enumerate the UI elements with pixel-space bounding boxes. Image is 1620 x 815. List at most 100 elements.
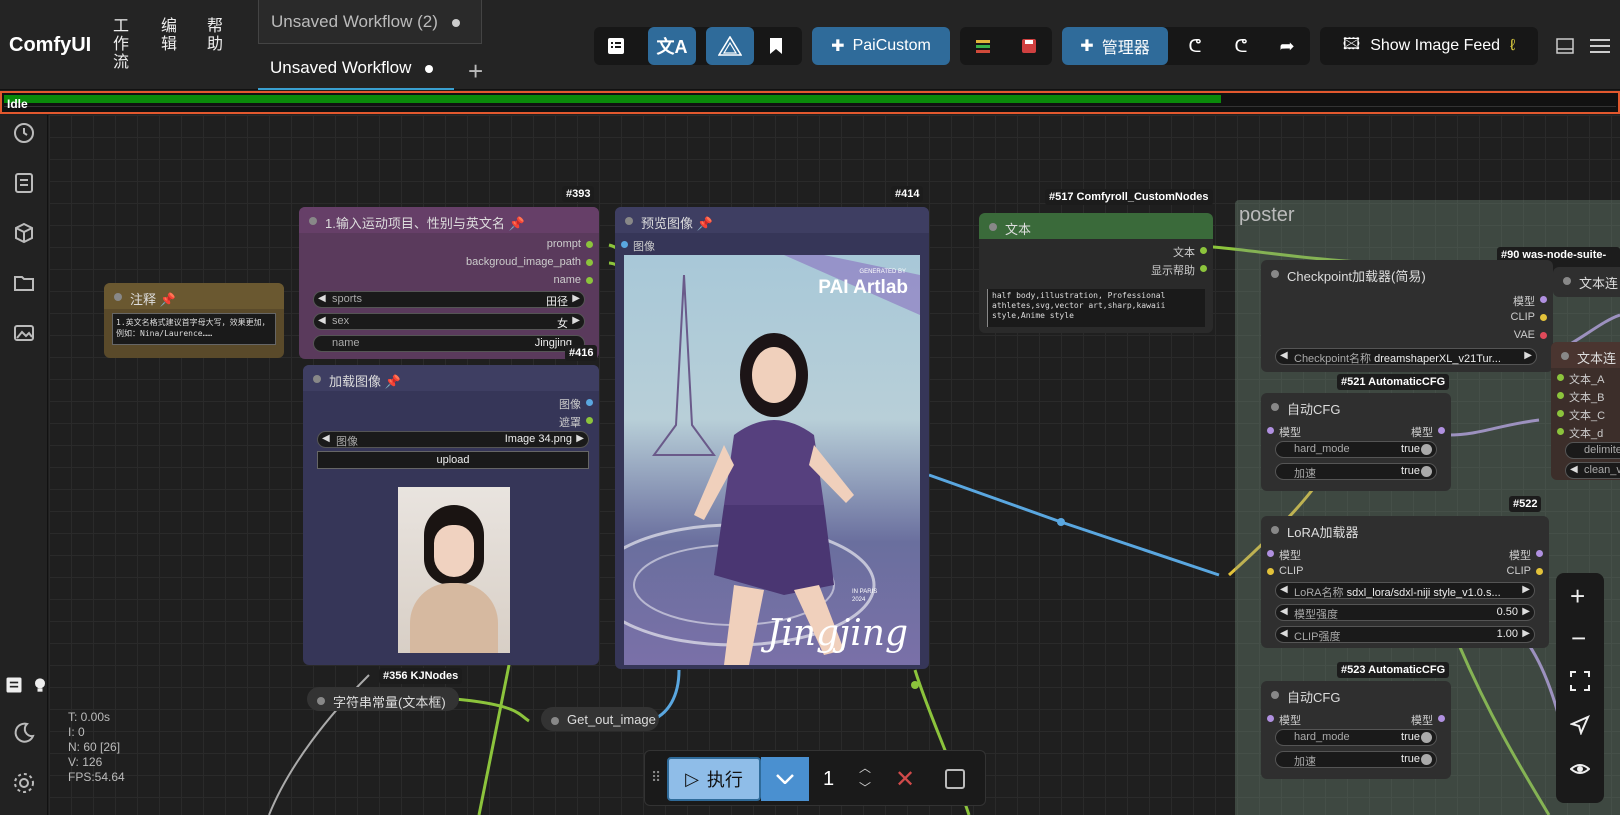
save-button[interactable] — [1006, 27, 1052, 65]
auto-cfg-node-523[interactable]: 自动CFG 模型 模型 hard_mode true 加速 true — [1261, 681, 1451, 779]
run-mode-dropdown[interactable] — [761, 757, 809, 801]
cube-icon[interactable] — [12, 221, 36, 245]
output-dot[interactable] — [586, 399, 593, 406]
output-dot[interactable] — [1540, 296, 1547, 303]
sex-combo[interactable]: ◀ sex 女 ▶ — [313, 313, 585, 330]
checkpoint-loader-node[interactable]: Checkpoint加载器(简易) 模型 CLIP VAE ◀ Checkpoin… — [1261, 260, 1553, 372]
zoom-in-icon[interactable]: + — [1570, 581, 1585, 612]
cancel-icon[interactable]: ✕ — [895, 765, 915, 794]
output-dot[interactable] — [1536, 550, 1543, 557]
lora-name-combo[interactable]: ◀ LoRA名称 sdxl_lora/sdxl-niji style_v1.0.s… — [1275, 582, 1535, 599]
delimiter-field[interactable]: delimite — [1565, 442, 1620, 459]
bulb-icon[interactable] — [30, 675, 50, 695]
preview-image-node[interactable]: 预览图像 📌 图像 GENERATED BY PAI Artlab IN PAR… — [615, 207, 929, 669]
prompt-textarea[interactable]: half body,illustration, Professional ath… — [987, 289, 1205, 327]
image-combo[interactable]: ◀ 图像 Image 34.png ▶ — [317, 431, 589, 448]
menu-workflow[interactable]: 工作流 — [112, 18, 130, 72]
input-dot[interactable] — [1557, 428, 1564, 435]
add-tab-button[interactable]: + — [468, 56, 483, 87]
panel-toggle-button[interactable] — [1552, 27, 1578, 65]
string-constant-node[interactable]: 字符串常量(文本框) — [307, 687, 459, 711]
text-concat-node[interactable]: 文本连 文本_A 文本_B 文本_C 文本_d delimite ◀ clean_… — [1551, 342, 1620, 480]
output-dot[interactable] — [1200, 247, 1207, 254]
checkpoint-combo[interactable]: ◀ Checkpoint名称 dreamshaperXL_v21Tur... ▶ — [1275, 348, 1537, 365]
workspace-button[interactable] — [706, 27, 754, 65]
input-dot[interactable] — [1557, 392, 1564, 399]
output-dot[interactable] — [1200, 265, 1207, 272]
clean-combo[interactable]: ◀ clean_v — [1565, 462, 1620, 479]
input-dot[interactable] — [1557, 374, 1564, 381]
output-dot[interactable] — [1438, 715, 1445, 722]
hard-mode-toggle[interactable]: hard_mode true — [1275, 441, 1437, 458]
node-canvas[interactable]: poster 注释 📌 1.英文名格式建议首字母大写，效果更加，例如：Nina/… — [49, 115, 1620, 815]
increment-icon[interactable]: ︿ — [859, 759, 871, 776]
get-out-image-node[interactable]: Get_out_image — [541, 707, 659, 731]
output-dot[interactable] — [586, 241, 593, 248]
accelerate-toggle[interactable]: 加速 true — [1275, 463, 1437, 480]
share-button[interactable]: ➦ — [1264, 27, 1310, 65]
input-dot[interactable] — [1267, 427, 1274, 434]
load-image-node[interactable]: 加载图像 📌 图像 遮罩 ◀ 图像 Image 34.png ▶ upload — [303, 365, 599, 665]
eye-icon[interactable] — [1570, 759, 1590, 779]
text-concat-node-partial[interactable]: 文本连 — [1553, 267, 1620, 297]
bookmark-button[interactable] — [754, 27, 798, 65]
output-dot[interactable] — [1540, 314, 1547, 321]
node-title-text: 自动CFG — [1287, 402, 1341, 417]
input-dot[interactable] — [1267, 568, 1274, 575]
name-field[interactable]: name Jingjing — [313, 335, 585, 352]
drag-handle-icon[interactable]: ⠿ — [651, 769, 661, 786]
output-dot[interactable] — [586, 259, 593, 266]
gallery-icon[interactable] — [12, 321, 36, 345]
output-dot[interactable] — [1536, 568, 1543, 575]
accelerate-toggle[interactable]: 加速 true — [1275, 751, 1437, 768]
manager-button[interactable]: ✚ 管理器 — [1062, 27, 1168, 65]
menu-edit[interactable]: 编辑 — [160, 18, 178, 54]
sport-input-node[interactable]: 1.输入运动项目、性别与英文名 📌 prompt backgroud_image… — [299, 207, 599, 359]
stop-icon[interactable] — [945, 769, 965, 789]
lora-loader-node[interactable]: LoRA加载器 模型 CLIP 模型 CLIP ◀ LoRA名称 sdxl_lor… — [1261, 516, 1549, 648]
output-dot[interactable] — [586, 277, 593, 284]
note-node[interactable]: 注释 📌 1.英文名格式建议首字母大写，效果更加，例如：Nina/Laurenc… — [104, 283, 284, 358]
input-dot[interactable] — [621, 241, 628, 248]
input-dot[interactable] — [1267, 715, 1274, 722]
model-strength-field[interactable]: ◀ 模型强度 0.50 ▶ — [1275, 604, 1535, 621]
widget-value: Image 34.png — [504, 433, 572, 445]
node-title-text: 加载图像 — [329, 374, 382, 389]
auto-cfg-node-521[interactable]: 自动CFG 模型 模型 hard_mode true 加速 true — [1261, 393, 1451, 491]
stack-button[interactable] — [960, 27, 1006, 65]
folder-icon[interactable] — [12, 271, 36, 295]
input-dot[interactable] — [1557, 410, 1564, 417]
queue-list-button[interactable] — [594, 27, 638, 65]
clip-strength-field[interactable]: ◀ CLIP强度 1.00 ▶ — [1275, 626, 1535, 643]
upload-button[interactable]: upload — [317, 451, 589, 469]
hard-mode-toggle[interactable]: hard_mode true — [1275, 729, 1437, 746]
settings-gear-icon[interactable] — [12, 771, 36, 795]
zoom-out-icon[interactable]: − — [1571, 623, 1586, 654]
history-icon[interactable] — [12, 121, 36, 145]
run-button[interactable]: ▷ 执行 — [667, 757, 761, 801]
output-dot[interactable] — [586, 417, 593, 424]
menu-help[interactable]: 帮助 — [206, 18, 224, 54]
hamburger-menu-button[interactable] — [1586, 27, 1614, 65]
share-model-button-2[interactable]: ᕦ — [1218, 27, 1264, 65]
moon-icon[interactable] — [12, 721, 36, 745]
batch-count-stepper[interactable]: 1 ︿ ﹀ — [815, 757, 885, 801]
note-text[interactable]: 1.英文名格式建议首字母大写，效果更加，例如：Nina/Laurence…… — [112, 313, 276, 345]
paicustom-button[interactable]: ✚ PaiCustom — [812, 27, 950, 65]
navigate-arrow-icon[interactable] — [1570, 715, 1590, 735]
input-photo — [398, 487, 510, 653]
tab-unsaved-workflow-2[interactable]: Unsaved Workflow (2) — [258, 0, 482, 44]
queue-icon[interactable] — [12, 171, 36, 195]
text-node[interactable]: 文本 文本 显示帮助 half body,illustration, Profe… — [979, 213, 1213, 333]
show-image-feed-button[interactable]: 🖾 Show Image Feed ℓ — [1320, 27, 1538, 65]
fit-view-icon[interactable] — [1570, 671, 1590, 691]
decrement-icon[interactable]: ﹀ — [859, 779, 871, 796]
translate-button[interactable]: 文A — [648, 27, 696, 65]
output-dot[interactable] — [1438, 427, 1445, 434]
doc-icon[interactable] — [4, 675, 24, 695]
input-dot[interactable] — [1267, 550, 1274, 557]
tab-unsaved-workflow[interactable]: Unsaved Workflow — [258, 46, 454, 90]
sports-combo[interactable]: ◀ sports 田径 ▶ — [313, 291, 585, 308]
output-dot[interactable] — [1540, 332, 1547, 339]
share-model-button[interactable]: ᕦ — [1172, 27, 1218, 65]
